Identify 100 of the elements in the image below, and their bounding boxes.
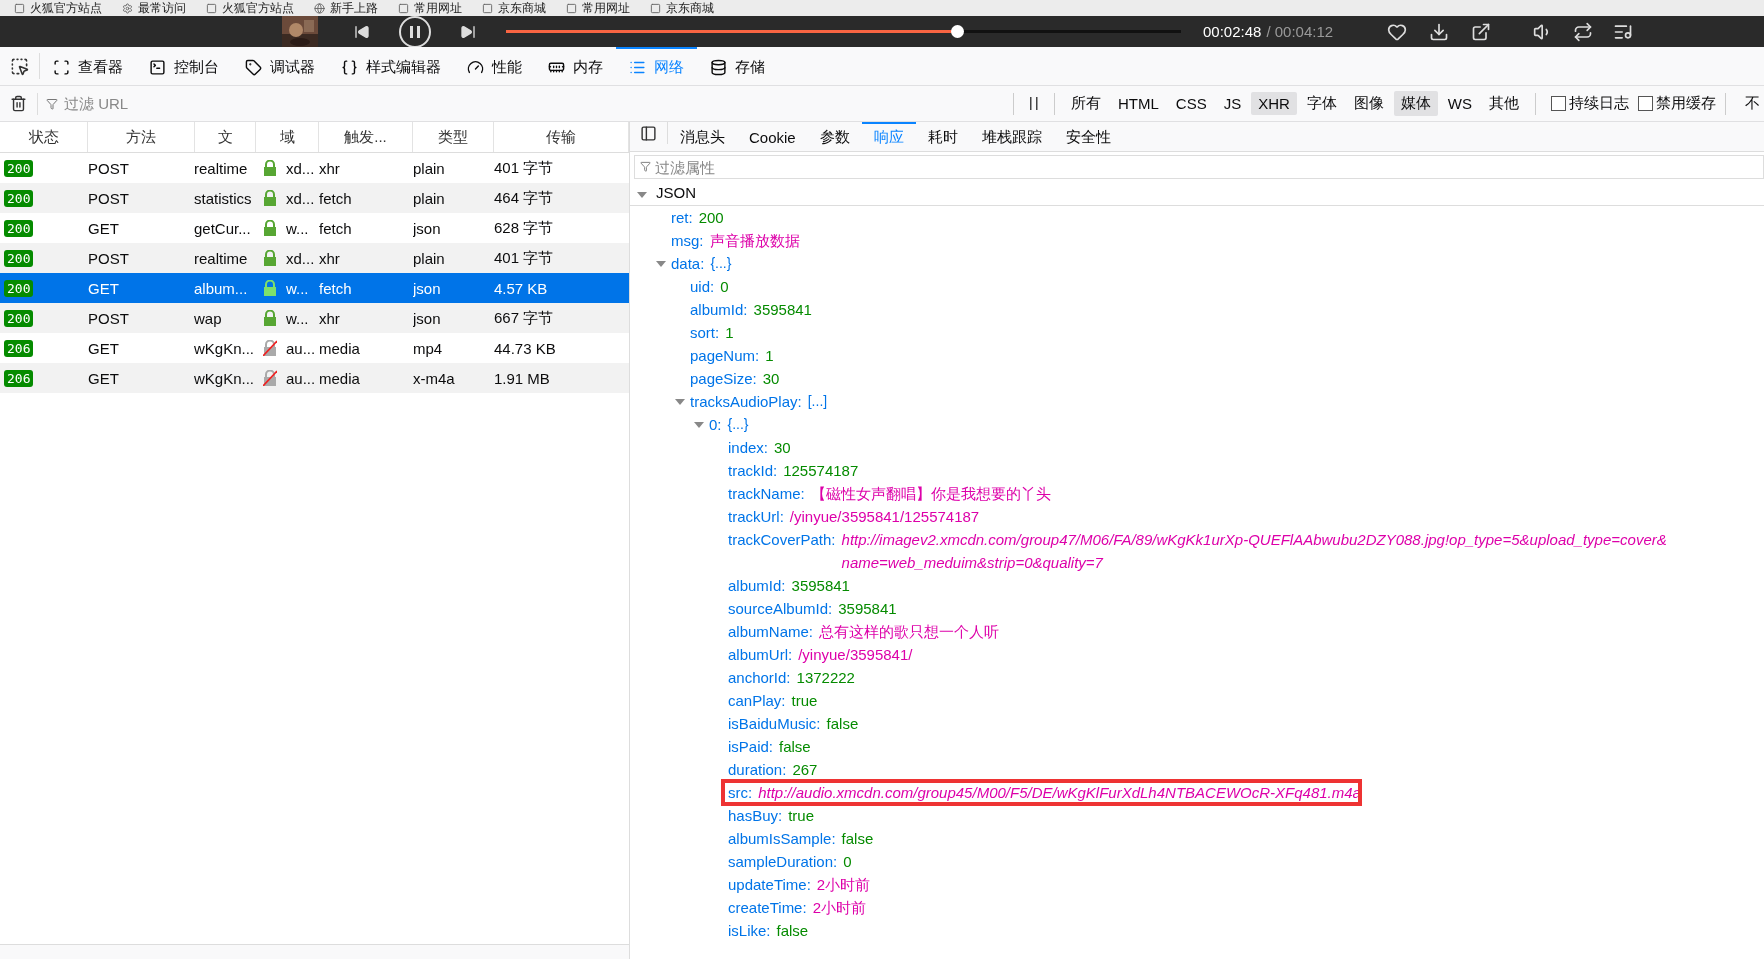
request-row[interactable]: 200 POST realtime xd... xhr plain 401 字节 — [0, 243, 629, 273]
bookmark-link[interactable]: 常用网址 — [582, 0, 630, 16]
filter-url-field[interactable]: 过滤 URL — [62, 94, 426, 113]
request-row[interactable]: 206 GET wKgKn... au... media x-m4a 1.91 MB — [0, 363, 629, 393]
type-filter-button[interactable]: 图像 — [1346, 91, 1391, 116]
bookmark-link[interactable]: 最常访问 — [138, 0, 186, 16]
detail-tab[interactable]: Cookie — [737, 122, 808, 151]
bookmark-icon[interactable] — [650, 2, 661, 14]
panel-icon — [640, 124, 657, 142]
property-value: false — [841, 829, 874, 849]
detail-tab[interactable]: 堆栈跟踪 — [969, 122, 1054, 151]
property-value: 2小时前 — [816, 875, 871, 895]
next-button[interactable] — [460, 23, 476, 40]
bookmark-link[interactable]: 火狐官方站点 — [222, 0, 294, 16]
property-value: 30 — [774, 438, 791, 458]
table-cell-text: fetch — [319, 279, 353, 297]
devtools-tab[interactable]: 性能 — [454, 47, 535, 85]
progress-handle[interactable] — [950, 25, 964, 38]
devtools-tab[interactable]: 控制台 — [136, 47, 232, 85]
type-filter-button[interactable]: WS — [1440, 92, 1479, 115]
bookmark-icon[interactable] — [122, 2, 133, 14]
detail-tab[interactable]: 响应 — [861, 122, 916, 151]
request-row[interactable]: 200 POST statistics xd... fetch plain 464 字节 — [0, 183, 629, 213]
property-key: isLike: — [728, 919, 771, 942]
property-key: trackId: — [728, 459, 778, 482]
favorite-button[interactable] — [1387, 21, 1408, 42]
type-filter-button[interactable]: 其他 — [1482, 91, 1526, 116]
type-filter-button[interactable]: JS — [1216, 92, 1249, 115]
column-header[interactable]: 方法 — [88, 122, 195, 152]
property-key: albumName: — [728, 620, 814, 643]
property-key: hasBuy: — [728, 804, 783, 827]
devtools-tab[interactable]: 存储 — [697, 47, 778, 85]
status-badge: 200 — [4, 309, 34, 327]
table-cell-text: mp4 — [413, 339, 444, 357]
property-value: [...] — [807, 392, 828, 411]
filter-properties-field[interactable]: 过滤属性 — [634, 155, 1764, 179]
request-row[interactable]: 200 POST wap w... xhr json 667 字节 — [0, 303, 629, 333]
bookmark-icon[interactable] — [14, 2, 25, 14]
property-value: 3595841 — [753, 300, 812, 320]
devtools-tab[interactable]: 查看器 — [40, 47, 136, 85]
bookmark-link[interactable]: 京东商城 — [666, 0, 714, 16]
bookmark-link[interactable]: 新手上路 — [330, 0, 378, 16]
property-key: sourceAlbumId: — [728, 597, 833, 620]
detail-tab[interactable]: 消息头 — [668, 122, 737, 151]
property-key: isBaiduMusic: — [728, 712, 821, 735]
pause-button[interactable] — [398, 14, 432, 49]
download-button[interactable] — [1429, 21, 1450, 42]
request-row[interactable]: 200 GET album... w... fetch json 4.57 KB — [0, 273, 629, 303]
bookmark-icon[interactable] — [206, 2, 217, 14]
bookmark-link[interactable]: 常用网址 — [414, 0, 462, 16]
bookmark-link[interactable]: 京东商城 — [498, 0, 546, 16]
column-header[interactable]: 触发... — [319, 122, 413, 152]
column-header[interactable]: 域 — [256, 122, 319, 152]
option-checkbox[interactable]: 持续日志 — [1551, 94, 1629, 113]
property-value: http://audio.xmcdn.com/group45/M00/F5/DE/wKgKlFurXdLh4NTBACEWOcR-XFq481.m4a — [758, 783, 1361, 802]
property-value: 30 — [762, 369, 780, 389]
property-key: trackUrl: — [728, 505, 784, 528]
column-header[interactable]: 类型 — [413, 122, 494, 152]
type-filter-button[interactable]: 媒体 — [1393, 91, 1438, 116]
pause-icon[interactable] — [1028, 97, 1039, 110]
property-key: anchorId: — [728, 666, 791, 689]
devtools-tab[interactable]: 调试器 — [232, 47, 328, 85]
bookmark-link[interactable]: 火狐官方站点 — [30, 0, 102, 16]
property-value: false — [826, 714, 859, 734]
table-cell-text: media — [319, 339, 361, 357]
property-key: msg: — [671, 229, 704, 252]
detail-tab[interactable]: 参数 — [807, 122, 862, 151]
elapsed-time: 00:02:48 — [1203, 23, 1262, 40]
table-cell-text: 628 字节 — [494, 218, 555, 238]
bookmark-icon[interactable] — [482, 2, 493, 14]
bookmark-icon[interactable] — [398, 2, 409, 14]
share-button[interactable] — [1471, 21, 1492, 42]
trash-icon — [10, 95, 27, 112]
previous-button[interactable] — [354, 23, 370, 40]
property-value: /yinyue/3595841/ — [798, 645, 913, 665]
detail-tab[interactable]: 耗时 — [915, 122, 970, 151]
repeat-button[interactable] — [1573, 21, 1594, 42]
property-value: false — [776, 921, 809, 941]
table-cell-text: GET — [88, 339, 120, 357]
terminal-icon — [149, 58, 166, 76]
column-header[interactable]: 传输 — [494, 122, 629, 152]
table-cell-text: xd... — [286, 159, 316, 177]
type-filter-button[interactable]: XHR — [1251, 92, 1297, 115]
detail-tab[interactable]: 安全性 — [1053, 122, 1123, 151]
type-filter-button[interactable]: 字体 — [1299, 91, 1344, 116]
repeat-icon — [1573, 21, 1594, 42]
devtools-tab[interactable]: 内存 — [535, 47, 616, 85]
type-filter-button[interactable]: HTML — [1110, 92, 1166, 115]
type-filter-button[interactable]: CSS — [1168, 92, 1214, 115]
bookmark-icon[interactable] — [314, 2, 325, 14]
property-key: albumId: — [728, 574, 786, 597]
bookmark-icon[interactable] — [566, 2, 577, 14]
option-checkbox[interactable]: 禁用缓存 — [1638, 94, 1716, 113]
property-key: data: — [671, 252, 705, 275]
column-header[interactable]: 状态 — [0, 122, 88, 152]
type-filter-button[interactable]: 所有 — [1063, 91, 1108, 116]
gauge-icon — [467, 58, 484, 76]
column-header[interactable]: 文 — [195, 122, 256, 152]
table-cell-text: fetch — [319, 189, 353, 207]
devtools-tab[interactable]: 样式编辑器 — [328, 47, 454, 85]
